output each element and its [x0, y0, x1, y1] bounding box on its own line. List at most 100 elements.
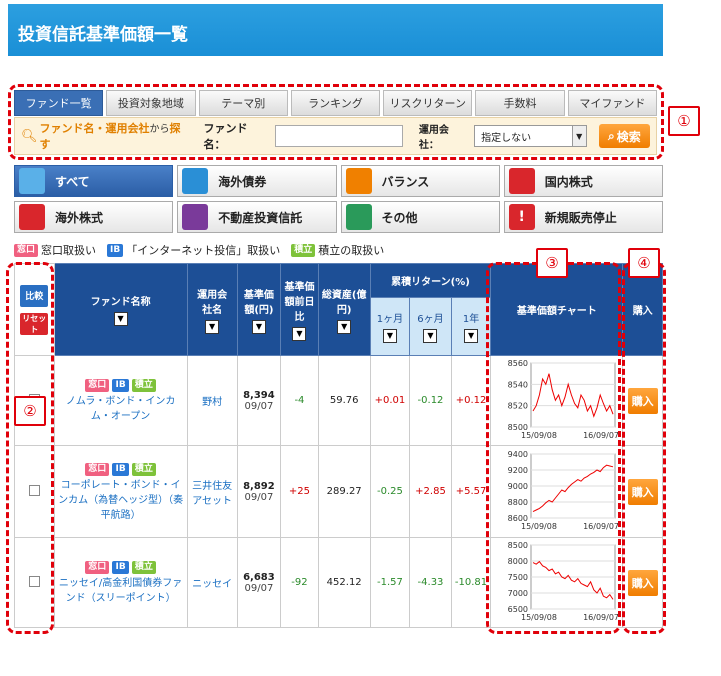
category-domestic-stocks[interactable]: 国内株式 [503, 165, 663, 197]
change-cell: +25 [280, 445, 319, 538]
page-title: 投資信託基準価額一覧 [8, 4, 663, 56]
filter-icon[interactable]: ▼ [251, 319, 266, 334]
category-foreign-bonds[interactable]: 海外債券 [177, 165, 337, 197]
building-icon [182, 204, 209, 230]
annotation-badge-2: ② [14, 396, 46, 426]
category-label: すべて [55, 174, 90, 189]
filter-icon[interactable]: ▼ [423, 329, 438, 343]
header-label: 基準価額前日比 [284, 282, 315, 323]
tag-tsumitate: 積立 [131, 561, 156, 574]
return-6m-cell: -0.12 [409, 355, 452, 446]
category-discontinued[interactable]: ! 新規販売停止 [503, 201, 663, 233]
domestic-stock-icon [508, 168, 535, 194]
tag-tsumitate: 積立 [131, 462, 156, 476]
tag-window: 窓口 [85, 561, 110, 574]
tag-ib: IB [112, 379, 129, 392]
category-label: 海外株式 [55, 210, 104, 225]
nav-cell: 8,892 09/07 [236, 445, 282, 538]
nav-value: 8,394 [243, 389, 275, 401]
nav-value: 8,892 [243, 480, 275, 492]
fund-name-link[interactable]: ニッセイ/高金利国債券ファンド（スリーポイント） [55, 574, 187, 604]
fund-name-cell: 窓口 IB 積立 コーポレート・ボンド・インカム（為替ヘッジ型）（奏平航路） [53, 445, 188, 538]
filter-icon[interactable]: ▼ [382, 329, 397, 343]
return-1m-cell: -1.57 [369, 537, 411, 628]
category-label: バランス [381, 174, 430, 189]
legend-text: 積立の取扱い [318, 244, 385, 257]
tag-ib: IB [112, 462, 129, 476]
fund-name-link[interactable]: ノムラ・ボンド・インカム・オープン [55, 392, 187, 422]
nav-date: 09/07 [244, 582, 274, 594]
return-1y-header: 1年 ▼ [450, 297, 492, 356]
header-label: 1年 [462, 314, 480, 325]
category-label: 海外債券 [218, 174, 267, 189]
filter-icon[interactable]: ▼ [337, 319, 352, 334]
company-link[interactable]: 野村 [186, 355, 238, 446]
filter-icon[interactable]: ▼ [292, 327, 307, 341]
category-label: 国内株式 [544, 174, 593, 189]
annotation-badge-4: ④ [628, 248, 660, 278]
category-all[interactable]: すべて [14, 165, 174, 197]
return-6m-cell: -4.33 [409, 537, 452, 628]
legend-tag-window: 窓口 [14, 243, 39, 257]
nav-value: 6,683 [243, 571, 275, 583]
annotation-box-4 [622, 262, 666, 634]
return-6m-cell: +2.85 [409, 445, 452, 538]
filter-icon[interactable]: ▼ [464, 329, 479, 343]
foreign-stock-icon [19, 204, 45, 230]
header-label: ファンド名称 [90, 297, 151, 308]
change-header: 基準価額前日比 ▼ [280, 263, 319, 356]
tag-window: 窓口 [85, 462, 110, 476]
fund-name-cell: 窓口 IB 積立 ニッセイ/高金利国債券ファンド（スリーポイント） [53, 537, 188, 628]
nav-cell: 8,394 09/07 [236, 355, 282, 446]
nav-date: 09/07 [244, 491, 274, 503]
return-1y-cell: +0.12 [450, 355, 492, 446]
return-1m-header: 1ヶ月 ▼ [369, 297, 411, 356]
company-link[interactable]: ニッセイ [186, 537, 238, 628]
annotation-badge-1: ① [668, 106, 700, 136]
company-link[interactable]: 三井住友アセット [186, 445, 238, 538]
filter-icon[interactable]: ▼ [113, 312, 128, 326]
assets-cell: 59.76 [317, 355, 371, 446]
legend-tag-tsumitate: 積立 [291, 243, 316, 257]
bond-icon [182, 168, 209, 194]
nav-date: 09/07 [244, 400, 274, 412]
filter-icon[interactable]: ▼ [205, 319, 220, 334]
globe-icon [19, 168, 45, 194]
assets-header: 総資産(億円) ▼ [317, 263, 371, 356]
header-label: 6ヶ月 [417, 314, 444, 325]
category-balance[interactable]: バランス [340, 165, 500, 197]
legend-tag-ib: IB [107, 243, 124, 257]
annotation-box-2 [6, 262, 54, 634]
category-reit[interactable]: 不動産投資信託 [177, 201, 337, 233]
warning-icon: ! [508, 204, 535, 230]
return-1m-cell: -0.25 [369, 445, 411, 538]
header-label: 基準価額(円) [243, 289, 274, 316]
annotation-badge-3: ③ [536, 248, 568, 278]
fund-name-cell: 窓口 IB 積立 ノムラ・ボンド・インカム・オープン [53, 355, 188, 446]
legend: 窓口 窓口取扱い IB 「インターネット投信」取扱い 積立 積立の取扱い [14, 242, 384, 258]
category-foreign-stocks[interactable]: 海外株式 [14, 201, 174, 233]
header-label: 総資産(億円) [321, 289, 367, 316]
header-label: 1ヶ月 [376, 314, 404, 325]
fund-name-link[interactable]: コーポレート・ボンド・インカム（為替ヘッジ型）（奏平航路） [55, 476, 187, 521]
change-cell: -4 [280, 355, 319, 446]
return-1y-cell: -10.81 [450, 537, 492, 628]
return-6m-header: 6ヶ月 ▼ [409, 297, 452, 356]
category-label: 新規販売停止 [544, 210, 617, 225]
nav-header: 基準価額(円) ▼ [236, 263, 282, 356]
tag-window: 窓口 [85, 379, 110, 392]
category-label: 不動産投資信託 [218, 210, 303, 225]
assets-cell: 452.12 [317, 537, 371, 628]
cube-icon [345, 204, 372, 230]
category-grid: すべて 海外債券 バランス 国内株式 海外株式 不動産投資信託 その他 ! 新規販… [14, 165, 663, 233]
balance-icon [345, 168, 372, 194]
fund-name-header: ファンド名称 ▼ [53, 263, 188, 356]
annotation-box-3 [486, 262, 621, 634]
return-1m-cell: +0.01 [369, 355, 411, 446]
return-1y-cell: +5.57 [450, 445, 492, 538]
returns-header: 累積リターン(%) [369, 263, 492, 298]
company-header: 運用会社名 ▼ [186, 263, 238, 356]
category-other[interactable]: その他 [340, 201, 500, 233]
category-label: その他 [381, 210, 418, 225]
tag-tsumitate: 積立 [131, 379, 156, 392]
